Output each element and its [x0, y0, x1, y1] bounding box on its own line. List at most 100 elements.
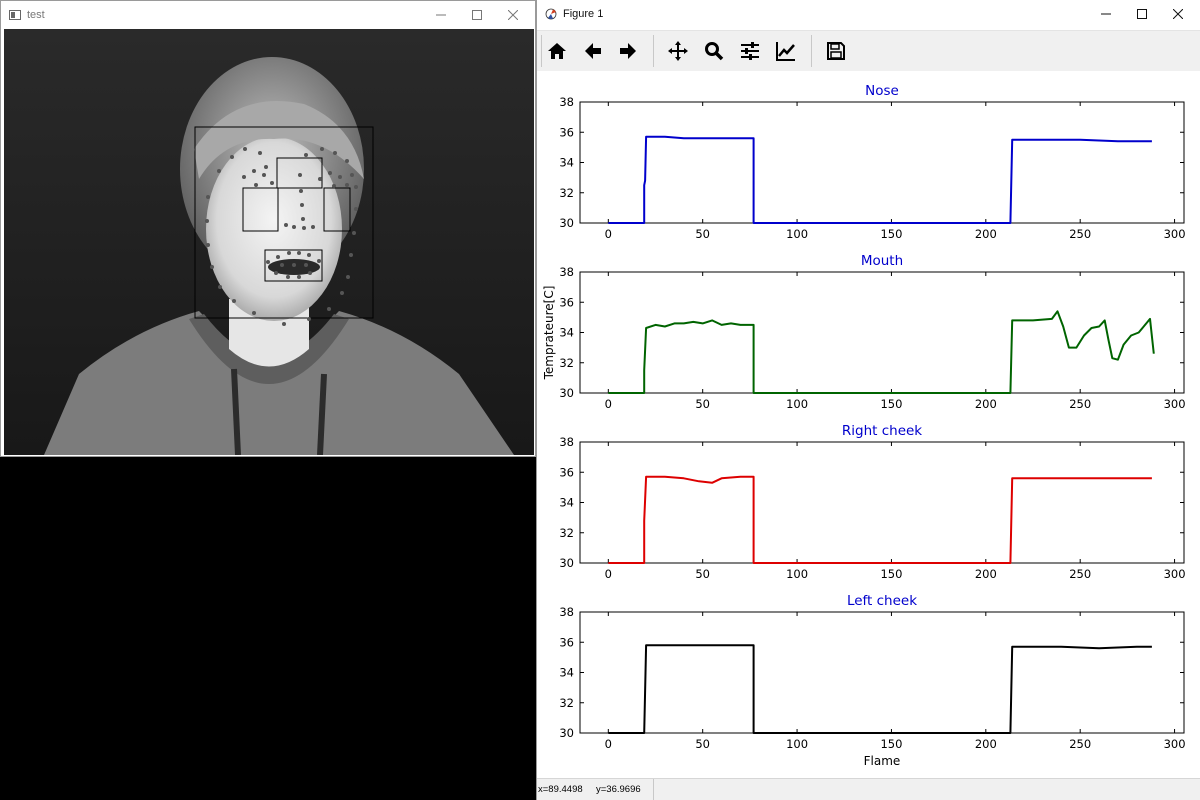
subplots-figure[interactable]: Nose0 50 100 150 200 250 3003032343638Mouth0 50… [537, 71, 1200, 779]
y-tick-label: 34 [559, 666, 574, 680]
save-icon [827, 42, 845, 60]
edit-axis-button[interactable] [770, 35, 802, 67]
hoodie-string-right [317, 373, 327, 455]
window-title: test [27, 9, 45, 21]
x-tick-label: 300 [1164, 227, 1186, 241]
subplot-nose: Nose 0 50 100 150 200 250 300 30 32 34 36 38 [559, 83, 1185, 241]
y-tick-label: 34 [559, 496, 574, 510]
axes-frame [579, 101, 1185, 224]
hoodie-string-left [231, 368, 241, 455]
axes-frame [579, 271, 1185, 394]
y-tick-label: 30 [559, 726, 574, 740]
x-axis-label: Flame [864, 754, 901, 768]
y-tick-label: 32 [559, 696, 574, 710]
maximize-button[interactable] [1124, 0, 1160, 28]
pan-icon [668, 41, 688, 61]
save-button[interactable] [820, 35, 852, 67]
y-tick-label: 32 [559, 526, 574, 540]
status-bar: x=89.4498 y=36.9696 [537, 778, 1200, 800]
y-tick-label: 32 [559, 356, 574, 370]
zoom-icon [705, 42, 724, 61]
x-tick-label: 300 [1164, 397, 1186, 411]
x-tick-label: 150 [880, 397, 902, 411]
x-tick-label: 50 [695, 567, 710, 581]
matplotlib-logo-icon [545, 8, 557, 20]
x-tick-label: 100 [786, 737, 808, 751]
subplot-left-cheek: Left cheek 0 50 100 150 200 250 300 30 32 34 36 38 Fl… [559, 593, 1185, 768]
y-axis-label: Temprateure[C] [542, 286, 556, 381]
x-tick-label: 200 [975, 567, 997, 581]
subplot-title: Right cheek [842, 423, 922, 439]
x-tick-label: 150 [880, 227, 902, 241]
back-arrow-icon [585, 43, 601, 59]
y-tick-label: 36 [559, 635, 574, 649]
x-tick-label: 0 [605, 397, 612, 411]
axes-frame [579, 441, 1185, 564]
x-tick-label: 300 [1164, 737, 1186, 751]
thermal-image [4, 29, 534, 455]
figure-canvas[interactable]: Nose 0 50 100 150 200 250 300 30 32 34 36 38 Mouth 0 50… [537, 71, 1200, 779]
pan-button[interactable] [662, 35, 694, 67]
minimize-icon [436, 14, 446, 16]
x-tick-label: 0 [605, 737, 612, 751]
configure-subplots-button[interactable] [734, 35, 766, 67]
subplot-title: Left cheek [847, 593, 917, 609]
minimize-icon [1101, 13, 1111, 15]
x-tick-label: 50 [695, 737, 710, 751]
y-tick-label: 32 [559, 186, 574, 200]
y-tick-label: 34 [559, 156, 574, 170]
x-tick-label: 200 [975, 737, 997, 751]
minimize-button[interactable] [1088, 0, 1124, 28]
app-window-icon [9, 10, 21, 20]
configure-subplots-icon [741, 42, 759, 60]
close-button[interactable] [1160, 0, 1196, 28]
y-tick-label: 36 [559, 295, 574, 309]
minimize-button[interactable] [423, 1, 459, 29]
x-tick-label: 200 [975, 397, 997, 411]
x-tick-label: 150 [880, 567, 902, 581]
x-tick-label: 250 [1069, 737, 1091, 751]
maximize-icon [472, 10, 482, 20]
axes-frame [579, 611, 1185, 734]
cursor-x-readout: x=89.4498 [538, 784, 583, 795]
subplot-mouth: Mouth 0 50 100 150 200 250 300 30 32 34 36 38Temprat… [542, 253, 1186, 411]
edit-axis-icon [776, 42, 795, 61]
x-tick-label: 50 [695, 227, 710, 241]
home-button[interactable] [541, 35, 573, 67]
y-tick-label: 30 [559, 556, 574, 570]
title-bar[interactable]: Figure 1 [537, 0, 1200, 28]
thermal-face-drawing [4, 29, 534, 455]
figure-window: Figure 1 Nose 0 50 100 150 200 250 300 3… [536, 0, 1200, 800]
x-tick-label: 0 [605, 567, 612, 581]
cursor-y-readout: y=36.9696 [596, 784, 641, 795]
toolbar-separator [653, 35, 654, 67]
y-tick-label: 34 [559, 326, 574, 340]
close-button[interactable] [495, 1, 531, 29]
x-tick-label: 100 [786, 567, 808, 581]
y-tick-label: 38 [559, 95, 574, 109]
title-bar[interactable]: test [1, 1, 535, 29]
forward-arrow-icon [620, 43, 636, 59]
x-tick-label: 150 [880, 737, 902, 751]
y-tick-label: 38 [559, 605, 574, 619]
x-tick-label: 100 [786, 227, 808, 241]
x-tick-label: 250 [1069, 397, 1091, 411]
x-tick-label: 200 [975, 227, 997, 241]
x-tick-label: 250 [1069, 567, 1091, 581]
x-tick-label: 300 [1164, 567, 1186, 581]
forward-button[interactable] [612, 35, 644, 67]
y-tick-label: 38 [559, 435, 574, 449]
x-tick-label: 50 [695, 397, 710, 411]
y-tick-label: 36 [559, 125, 574, 139]
y-tick-label: 30 [559, 216, 574, 230]
thermal-view-window: test [0, 0, 536, 457]
maximize-button[interactable] [459, 1, 495, 29]
back-button[interactable] [577, 35, 609, 67]
x-tick-label: 0 [605, 227, 612, 241]
y-tick-label: 38 [559, 265, 574, 279]
subplot-title: Mouth [861, 253, 903, 269]
x-tick-label: 100 [786, 397, 808, 411]
navigation-toolbar [537, 30, 1200, 71]
zoom-button[interactable] [698, 35, 730, 67]
toolbar-separator [811, 35, 812, 67]
